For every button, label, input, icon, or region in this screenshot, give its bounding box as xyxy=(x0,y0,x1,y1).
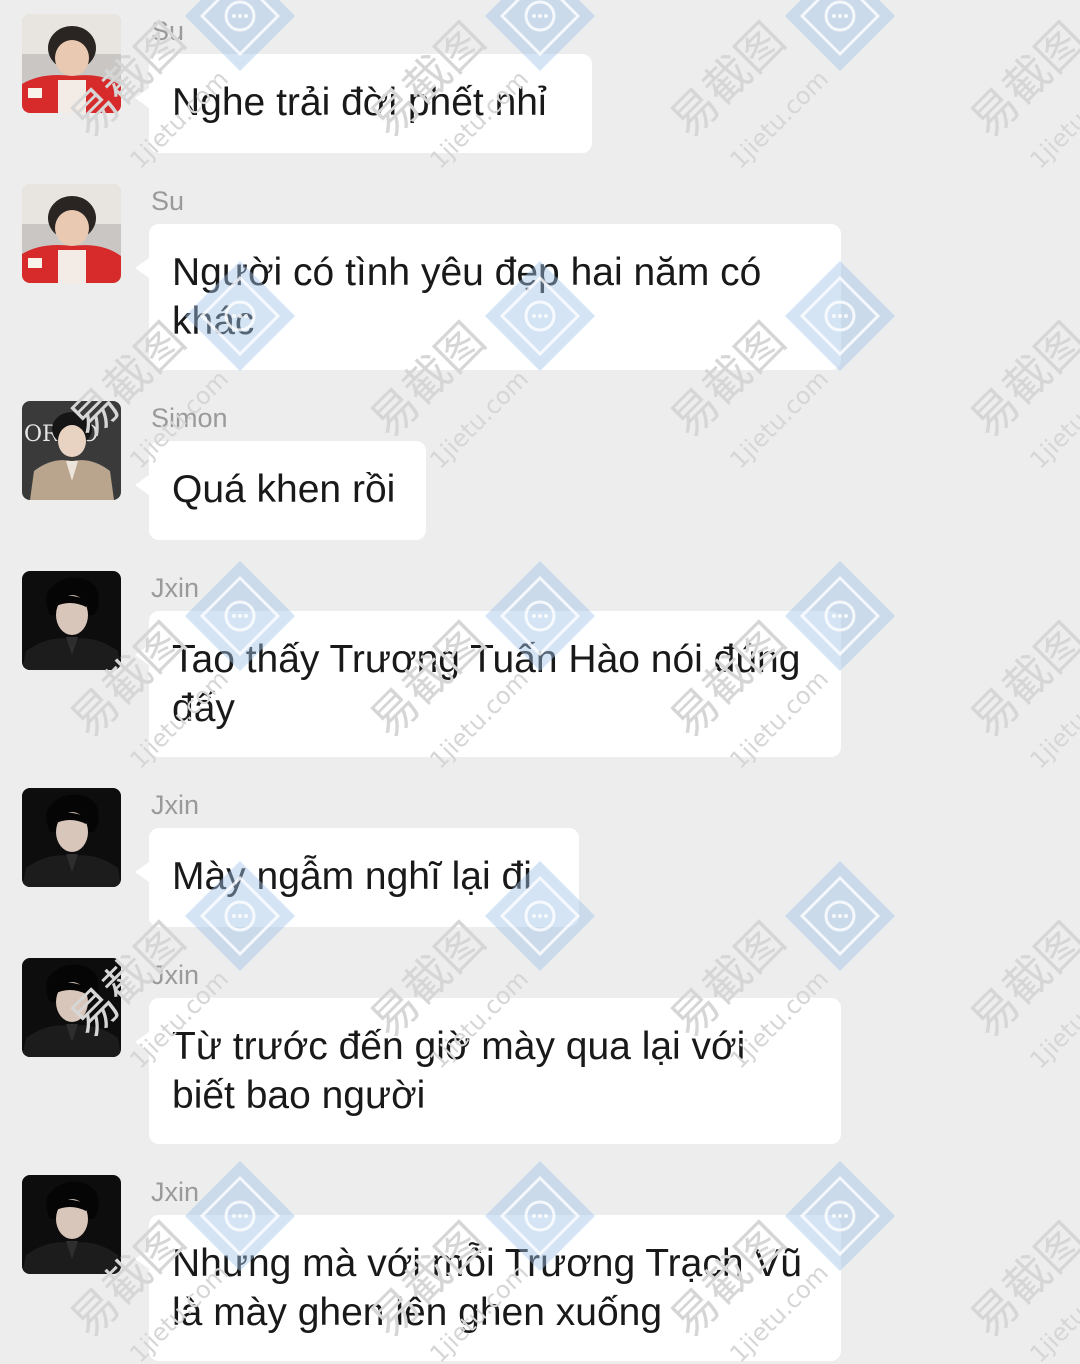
avatar-su-icon[interactable] xyxy=(22,14,121,113)
svg-text:1jietu.com: 1jietu.com xyxy=(424,365,534,475)
message-bubble[interactable]: Quá khen rồi xyxy=(135,441,426,540)
svg-text:1jietu.com: 1jietu.com xyxy=(1024,665,1080,775)
message-bubble[interactable]: Nhưng mà với mỗi Trương Trạch Vũ là mày … xyxy=(135,1215,841,1361)
message-bubble[interactable]: Từ trước đến giờ mày qua lại với biết ba… xyxy=(135,998,841,1144)
svg-text:易截图: 易截图 xyxy=(960,912,1080,1048)
sender-name: Jxin xyxy=(151,790,200,820)
sender-name: Simon xyxy=(151,403,228,433)
svg-text:易截图: 易截图 xyxy=(960,1212,1080,1348)
avatar-su-icon[interactable] xyxy=(22,184,121,283)
svg-text:1jietu.com: 1jietu.com xyxy=(724,365,834,475)
sender-name: Jxin xyxy=(151,573,200,603)
avatar-simon-icon[interactable] xyxy=(22,401,121,500)
svg-text:易截图: 易截图 xyxy=(960,312,1080,448)
message-bubble[interactable]: Người có tình yêu đẹp hai năm có khác xyxy=(135,224,841,370)
svg-text:1jietu.com: 1jietu.com xyxy=(1024,1259,1080,1364)
svg-text:易截图: 易截图 xyxy=(960,12,1080,148)
sender-name: Su xyxy=(151,186,185,216)
sender-name: Jxin xyxy=(151,960,200,990)
message-bubble[interactable]: Nghe trải đời phết nhỉ xyxy=(135,54,592,153)
svg-text:1jietu.com: 1jietu.com xyxy=(724,65,834,175)
svg-text:1jietu.com: 1jietu.com xyxy=(1024,65,1080,175)
avatar-jxin-icon[interactable] xyxy=(22,1175,121,1274)
avatar-jxin-icon[interactable] xyxy=(22,571,121,670)
sender-name: Jxin xyxy=(151,1177,200,1207)
sender-name: Su xyxy=(151,16,185,46)
message-bubble[interactable]: Tao thấy Trương Tuấn Hào nói đúng đấy xyxy=(135,611,841,757)
avatar-jxin-icon[interactable] xyxy=(22,788,121,887)
message-bubble[interactable]: Mày ngẫm nghĩ lại đi xyxy=(135,828,579,927)
avatar-jxin-icon[interactable] xyxy=(22,958,121,1057)
svg-text:易截图: 易截图 xyxy=(960,612,1080,748)
svg-text:易截图: 易截图 xyxy=(660,12,796,148)
svg-text:1jietu.com: 1jietu.com xyxy=(1024,365,1080,475)
svg-text:1jietu.com: 1jietu.com xyxy=(1024,965,1080,1075)
